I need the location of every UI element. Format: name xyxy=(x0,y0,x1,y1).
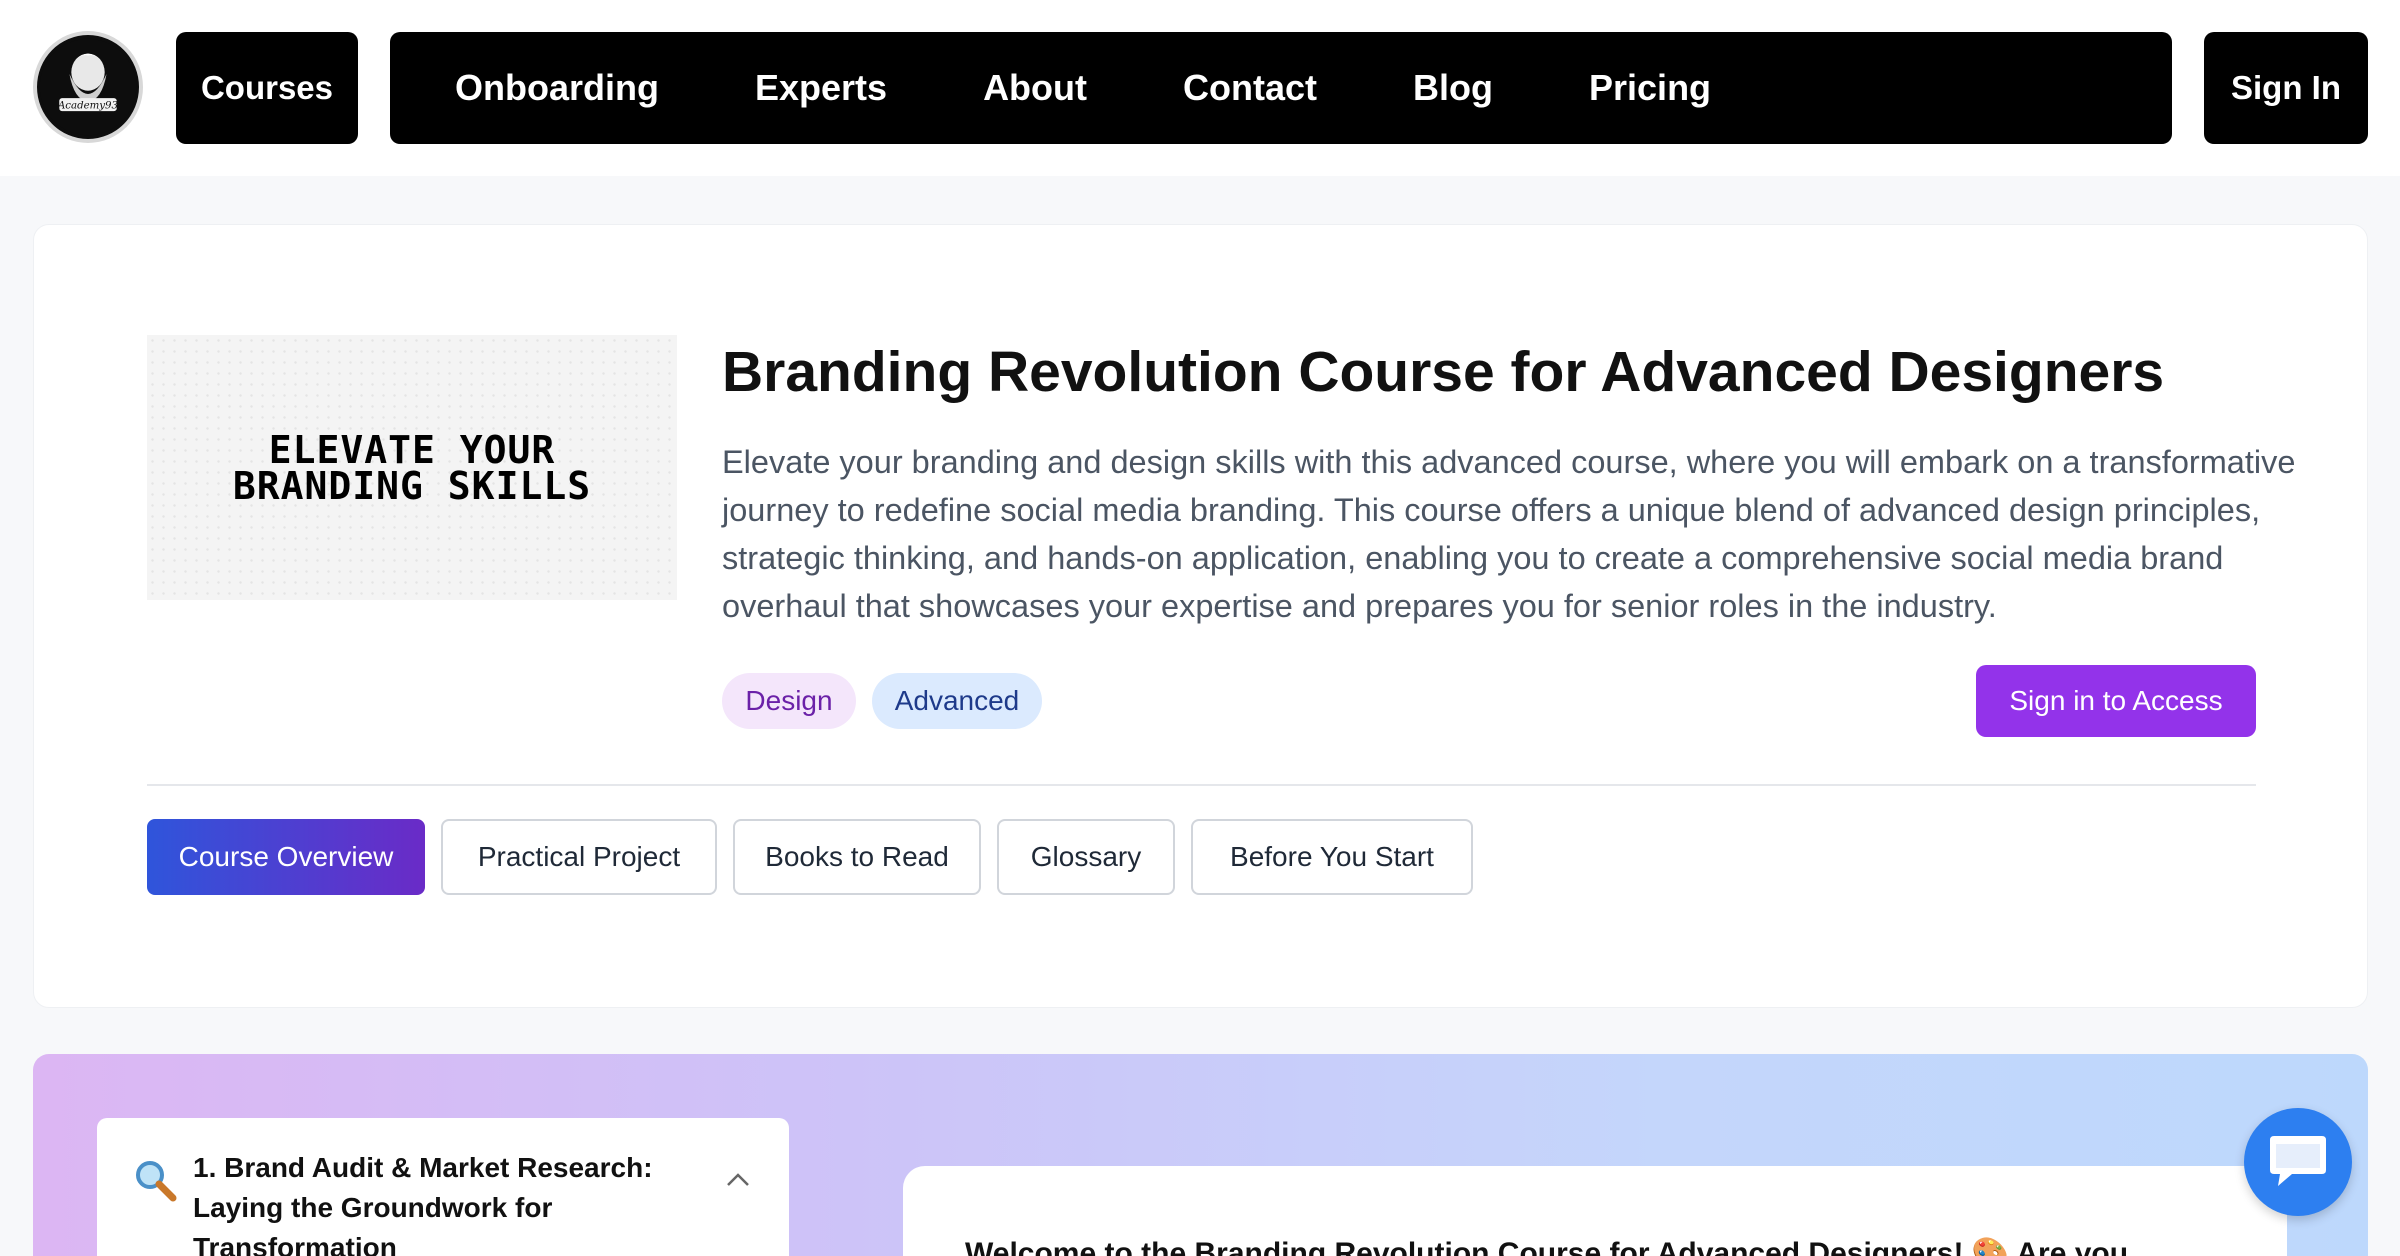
tab-books-to-read[interactable]: Books to Read xyxy=(733,819,981,895)
courses-button[interactable]: Courses xyxy=(176,32,358,144)
nav-about[interactable]: About xyxy=(983,67,1087,109)
main-nav: Onboarding Experts About Contact Blog Pr… xyxy=(390,32,2172,144)
nav-experts[interactable]: Experts xyxy=(755,67,887,109)
tag-advanced: Advanced xyxy=(872,673,1042,729)
course-title: Branding Revolution Course for Advanced … xyxy=(722,340,2165,404)
thumbnail-line-1: ELEVATE YOUR xyxy=(268,427,556,472)
welcome-text: Welcome to the Branding Revolution Cours… xyxy=(965,1237,2129,1256)
tab-glossary[interactable]: Glossary xyxy=(997,819,1175,895)
course-card: ELEVATE YOUR BRANDING SKILLS Branding Re… xyxy=(33,224,2368,1008)
tab-practical-project[interactable]: Practical Project xyxy=(441,819,717,895)
courses-label: Courses xyxy=(200,69,334,106)
nav-pricing[interactable]: Pricing xyxy=(1589,67,1711,109)
academy-logo[interactable]: Academy93 xyxy=(33,31,143,143)
site-header: Academy93 Courses Onboarding Experts Abo… xyxy=(0,0,2400,176)
bearded-man-logo-icon: Academy93 xyxy=(39,38,137,136)
magnifier-icon xyxy=(136,1161,177,1202)
svg-text:Academy93: Academy93 xyxy=(57,100,118,111)
sign-in-label: Sign In xyxy=(2231,69,2341,106)
nav-blog[interactable]: Blog xyxy=(1413,67,1493,109)
module-title: 1. Brand Audit & Market Research: Laying… xyxy=(193,1152,653,1256)
sign-in-to-access-button[interactable]: Sign in to Access xyxy=(1976,665,2256,737)
chat-button[interactable] xyxy=(2244,1108,2352,1216)
thumbnail-line-2: BRANDING SKILLS xyxy=(232,463,592,508)
chevron-up-icon[interactable] xyxy=(725,1170,751,1188)
chat-bubble-icon xyxy=(2270,1136,2326,1186)
tab-before-you-start[interactable]: Before You Start xyxy=(1191,819,1473,895)
nav-contact[interactable]: Contact xyxy=(1183,67,1317,109)
tag-design: Design xyxy=(722,673,856,729)
sign-in-button[interactable]: Sign In xyxy=(2204,32,2368,144)
course-description: Elevate your branding and design skills … xyxy=(722,444,2296,624)
tab-course-overview[interactable]: Course Overview xyxy=(147,819,425,895)
nav-onboarding[interactable]: Onboarding xyxy=(455,67,659,109)
course-content-section: 1. Brand Audit & Market Research: Laying… xyxy=(33,1054,2368,1256)
welcome-panel: Welcome to the Branding Revolution Cours… xyxy=(903,1166,2287,1256)
course-thumbnail: ELEVATE YOUR BRANDING SKILLS xyxy=(147,335,677,600)
divider xyxy=(147,784,2256,786)
module-accordion-item[interactable]: 1. Brand Audit & Market Research: Laying… xyxy=(97,1118,789,1256)
